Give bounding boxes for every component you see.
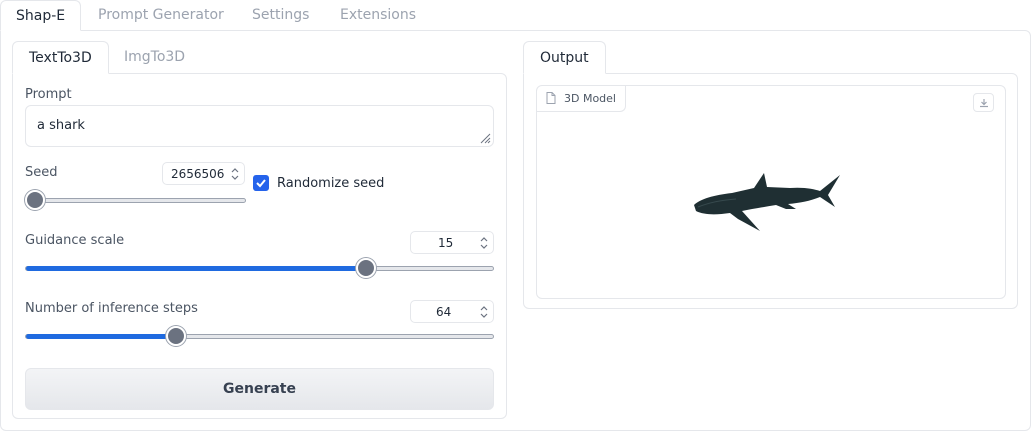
prompt-value: a shark [37, 118, 85, 133]
tab-extensions[interactable]: Extensions [325, 0, 431, 31]
guidance-input[interactable]: 15 [410, 231, 494, 254]
seed-label: Seed [25, 165, 58, 180]
seed-slider[interactable] [25, 198, 246, 203]
prompt-input[interactable]: a shark [25, 105, 494, 147]
randomize-seed-checkbox[interactable] [253, 175, 269, 191]
seed-value: 2656506 [171, 167, 225, 181]
prompt-label: Prompt [25, 87, 72, 102]
steps-label: Number of inference steps [25, 301, 198, 316]
top-tab-bar: Shap-E Prompt Generator Settings Extensi… [0, 0, 1033, 31]
output-panel: 3D Model [523, 73, 1018, 309]
stepper-icon[interactable] [479, 304, 489, 320]
seed-slider-thumb[interactable] [25, 190, 45, 210]
tab-prompt-generator[interactable]: Prompt Generator [83, 0, 239, 31]
stepper-icon[interactable] [479, 235, 489, 251]
file-icon [546, 92, 556, 104]
guidance-label: Guidance scale [25, 233, 125, 248]
stepper-icon[interactable] [230, 166, 240, 182]
steps-slider-thumb[interactable] [166, 326, 186, 346]
generate-button[interactable]: Generate [25, 368, 494, 410]
tab-settings[interactable]: Settings [237, 0, 324, 31]
tab-img-to-3d[interactable]: ImgTo3D [108, 41, 201, 74]
text-to-3d-panel: Prompt a shark Seed 2656506 Randomize se… [12, 73, 507, 419]
guidance-value: 15 [438, 236, 454, 250]
steps-slider-fill [26, 334, 177, 339]
tab-shap-e[interactable]: Shap-E [0, 0, 82, 31]
guidance-slider[interactable] [25, 266, 494, 271]
download-icon [980, 99, 988, 108]
seed-input[interactable]: 2656506 [162, 162, 245, 185]
guidance-slider-thumb[interactable] [356, 258, 376, 278]
steps-value: 64 [436, 305, 452, 319]
model-label: 3D Model [537, 86, 626, 112]
randomize-seed-label[interactable]: Randomize seed [277, 176, 384, 191]
shark-model [694, 173, 840, 231]
tab-text-to-3d[interactable]: TextTo3D [12, 41, 109, 74]
guidance-slider-fill [26, 266, 367, 271]
download-button[interactable] [973, 93, 994, 112]
model-label-text: 3D Model [564, 92, 616, 105]
check-icon [256, 179, 266, 188]
model-viewer[interactable]: 3D Model [536, 85, 1006, 299]
steps-input[interactable]: 64 [410, 300, 494, 323]
resize-grip-icon[interactable] [479, 132, 491, 144]
tab-output[interactable]: Output [523, 41, 606, 74]
steps-slider[interactable] [25, 334, 494, 339]
